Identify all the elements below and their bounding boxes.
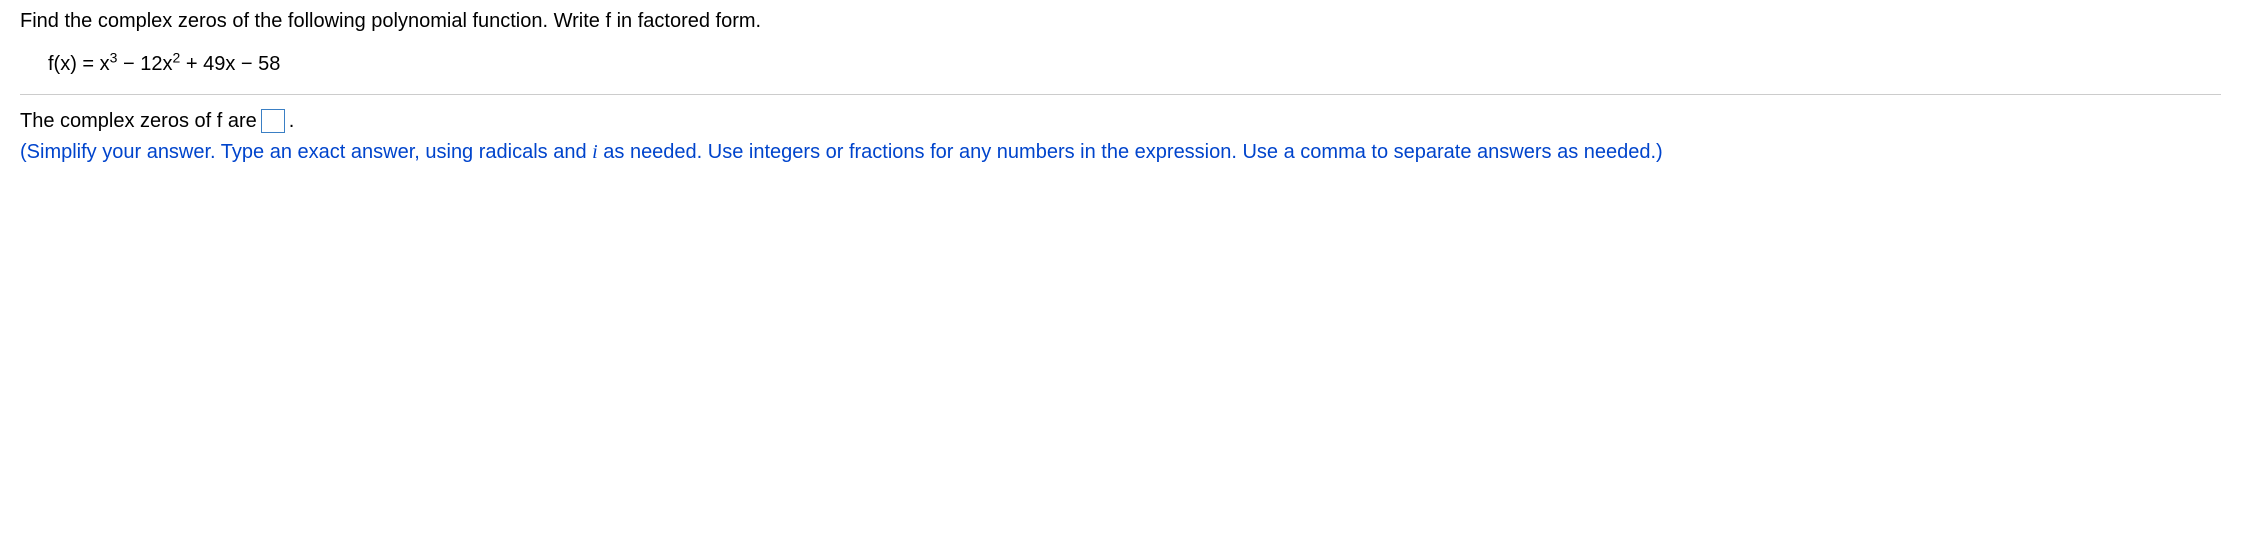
instruction-part1: (Simplify your answer. Type an exact ans… bbox=[20, 141, 592, 163]
equation-suffix: + 49x − 58 bbox=[180, 53, 280, 75]
equation-prefix: f(x) = x bbox=[48, 53, 110, 75]
question-section: Find the complex zeros of the following … bbox=[20, 10, 2221, 95]
answer-input[interactable] bbox=[261, 109, 285, 133]
question-prompt: Find the complex zeros of the following … bbox=[20, 10, 2221, 33]
answer-line: The complex zeros of f are . bbox=[20, 109, 2221, 133]
equation-mid1: − 12x bbox=[117, 53, 172, 75]
answer-label-after: . bbox=[289, 110, 295, 133]
answer-label-before: The complex zeros of f are bbox=[20, 110, 257, 133]
polynomial-equation: f(x) = x3 − 12x2 + 49x − 58 bbox=[48, 53, 2221, 76]
instruction-part2: as needed. Use integers or fractions for… bbox=[598, 141, 1663, 163]
answer-instruction: (Simplify your answer. Type an exact ans… bbox=[20, 141, 2221, 164]
